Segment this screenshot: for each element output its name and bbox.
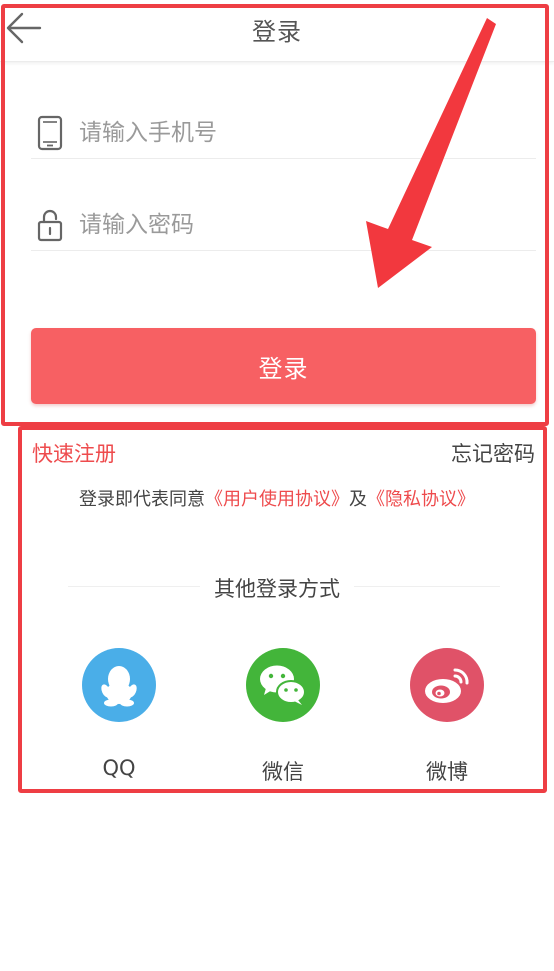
weibo-login-button[interactable]: 微博 [402,648,492,786]
qq-label: QQ [102,756,136,780]
qq-login-button[interactable]: QQ [74,648,164,780]
wechat-circle [246,648,320,722]
lock-icon [37,209,63,242]
qq-icon [101,666,137,707]
agreement-connector: 及 [349,489,367,510]
privacy-agreement-link[interactable]: 《隐私协议》 [367,489,475,510]
page-title: 登录 [252,18,302,46]
password-input[interactable] [79,207,519,243]
login-page: 登录 登录 快速注册 忘记密码 登录即代表同意《用户使用协议》及《隐私协议》 其… [0,0,554,971]
forgot-password-link[interactable]: 忘记密码 [451,438,535,468]
wechat-icon [260,665,306,705]
phone-field-row [31,109,536,159]
weibo-label: 微博 [426,760,468,784]
quick-register-link[interactable]: 快速注册 [32,438,116,468]
phone-icon [37,115,63,151]
phone-input[interactable] [79,115,519,151]
user-agreement-link[interactable]: 《用户使用协议》 [205,489,349,510]
other-login-title: 其他登录方式 [200,577,354,601]
agreement-text: 登录即代表同意《用户使用协议》及《隐私协议》 [0,485,554,511]
qq-circle [82,648,156,722]
other-login-heading: 其他登录方式 [0,573,554,603]
password-field-row [31,201,536,251]
wechat-label: 微信 [262,760,304,784]
weibo-circle [410,648,484,722]
agreement-prefix: 登录即代表同意 [79,489,205,510]
weibo-icon [425,668,469,703]
wechat-login-button[interactable]: 微信 [238,648,328,786]
login-button[interactable]: 登录 [31,328,536,404]
header-bar: 登录 [0,0,554,62]
